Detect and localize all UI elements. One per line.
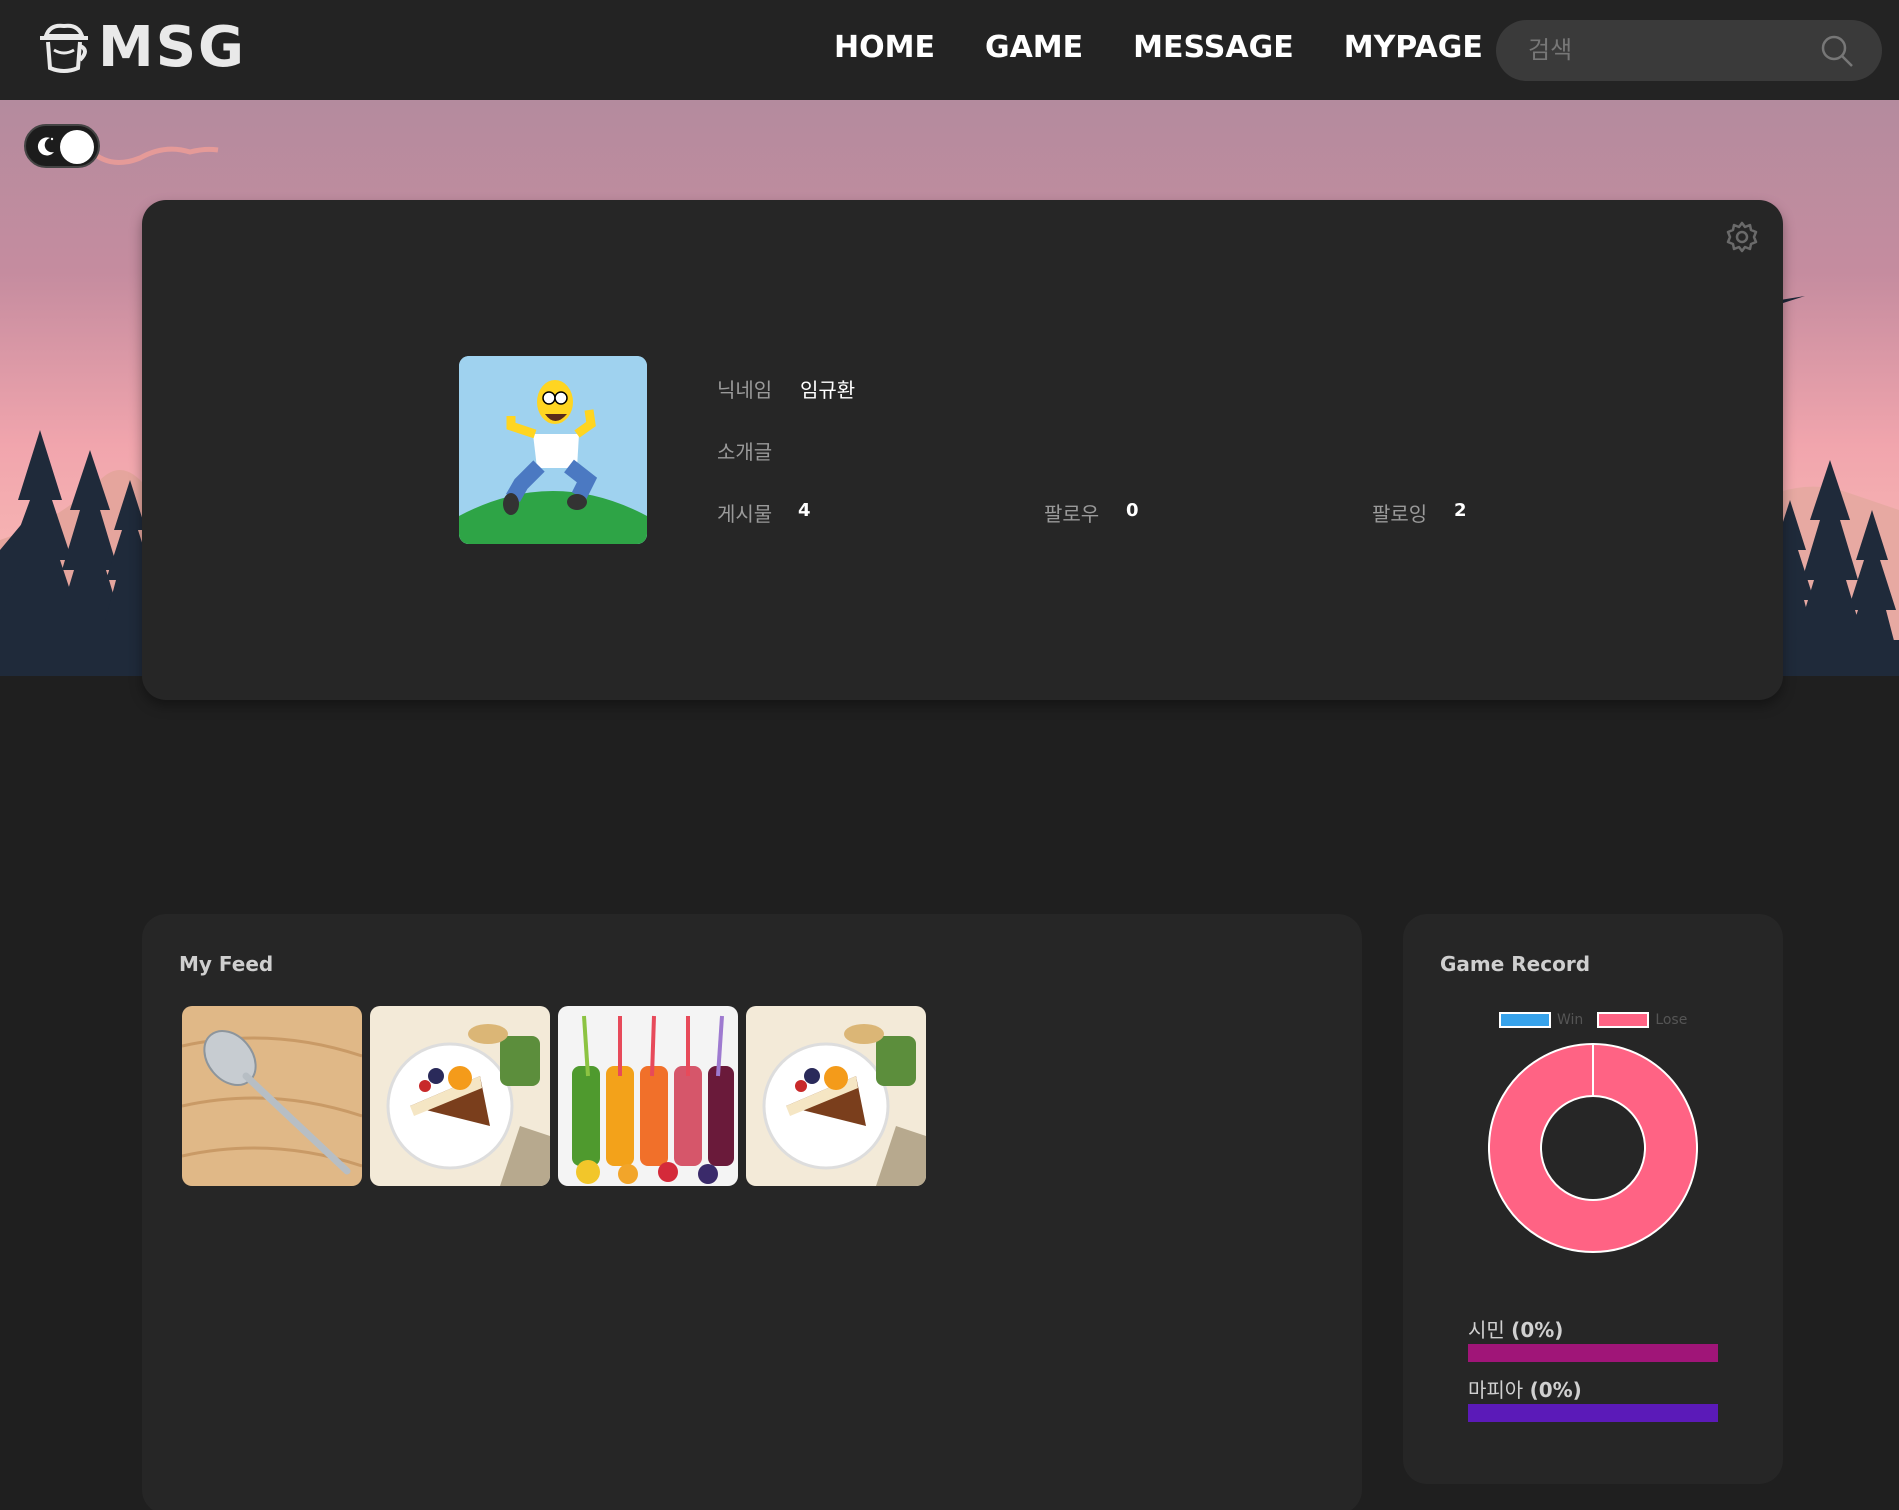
nav-mypage[interactable]: MYPAGE (1344, 30, 1483, 65)
feed-item-dessert-1[interactable] (370, 1006, 550, 1186)
dessert-image (370, 1006, 550, 1186)
avatar-illustration (459, 356, 647, 544)
legend-label-lose: Lose (1655, 1012, 1688, 1028)
feed-thumbnails (182, 1006, 926, 1186)
bio-label: 소개글 (717, 440, 773, 464)
feed-item-dessert-2[interactable] (746, 1006, 926, 1186)
my-feed-card: My Feed (142, 914, 1362, 1510)
mafia-stat-label: 마피아 (0%) (1468, 1374, 1582, 1403)
feed-item-smoothies[interactable] (558, 1006, 738, 1186)
brand-name: MSG (98, 15, 247, 80)
toggle-knob (60, 130, 94, 164)
moon-icon (37, 137, 54, 156)
nickname-label: 닉네임 (717, 378, 773, 402)
search-input[interactable] (1528, 32, 1808, 68)
legend-swatch-lose (1597, 1012, 1650, 1028)
top-navbar: MSG HOME GAME MESSAGE MYPAGE (0, 0, 1899, 100)
following-label: 팔로잉 (1372, 502, 1428, 526)
game-record-card: Game Record Win Lose 시민 (0%) 마피아 (0%) (1403, 914, 1783, 1484)
nav-game[interactable]: GAME (985, 30, 1083, 65)
citizen-pct: (0%) (1511, 1318, 1564, 1342)
smoothie-bottles-image (558, 1006, 738, 1186)
citizen-progress-bar (1468, 1344, 1718, 1362)
hat-mug-icon (40, 23, 88, 73)
theme-toggle[interactable] (24, 124, 100, 168)
feed-title: My Feed (179, 952, 274, 976)
nickname-value: 임규환 (800, 378, 856, 402)
mafia-name: 마피아 (1468, 1378, 1524, 1402)
game-record-title: Game Record (1440, 952, 1591, 976)
chart-legend: Win Lose (1499, 1012, 1687, 1028)
legend-item-lose[interactable]: Lose (1597, 1012, 1687, 1028)
legend-item-win[interactable]: Win (1499, 1012, 1583, 1028)
nav-message[interactable]: MESSAGE (1133, 30, 1294, 65)
profile-avatar[interactable] (459, 356, 647, 544)
followers-label: 팔로우 (1044, 502, 1100, 526)
legend-swatch-win (1499, 1012, 1551, 1028)
legend-label-win: Win (1557, 1012, 1584, 1028)
posts-count[interactable]: 4 (798, 500, 811, 521)
mafia-progress-bar (1468, 1404, 1718, 1422)
brand-logo[interactable]: MSG (36, 20, 246, 76)
nav-home[interactable]: HOME (834, 30, 935, 65)
search-box (1496, 20, 1882, 81)
dessert-image (746, 1006, 926, 1186)
mafia-pct: (0%) (1529, 1378, 1582, 1402)
feed-item-spoon[interactable] (182, 1006, 362, 1186)
posts-label: 게시물 (717, 502, 773, 526)
win-lose-donut-chart (1488, 1043, 1698, 1253)
profile-card: 닉네임 임규환 소개글 게시물 4 팔로우 0 팔로잉 2 (142, 200, 1783, 700)
search-icon[interactable] (1820, 34, 1854, 68)
followers-count[interactable]: 0 (1126, 500, 1139, 521)
following-count[interactable]: 2 (1454, 500, 1467, 521)
nav-links: HOME GAME MESSAGE MYPAGE (834, 30, 1483, 65)
citizen-stat-label: 시민 (0%) (1468, 1314, 1563, 1343)
spoon-image (182, 1006, 362, 1186)
citizen-name: 시민 (1468, 1318, 1505, 1342)
gear-icon[interactable] (1725, 220, 1759, 254)
